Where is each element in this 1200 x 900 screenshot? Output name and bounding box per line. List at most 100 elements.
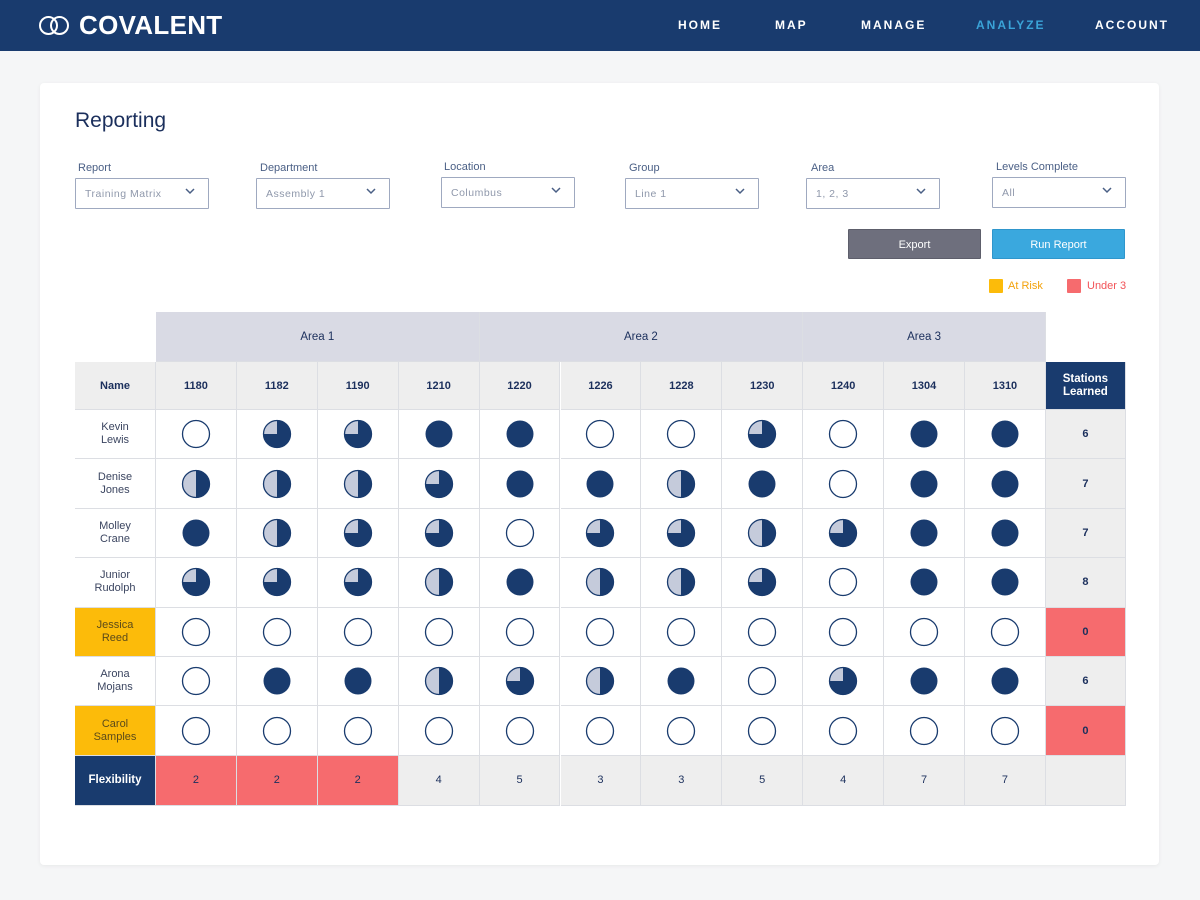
- matrix-cell[interactable]: [884, 558, 965, 608]
- matrix-cell[interactable]: [479, 459, 561, 509]
- report-select[interactable]: Training Matrix: [75, 178, 209, 209]
- employee-name[interactable]: Junior Rudolph: [75, 558, 156, 608]
- matrix-cell[interactable]: [398, 459, 480, 509]
- matrix-cell[interactable]: [156, 706, 237, 756]
- employee-name[interactable]: Molley Crane: [75, 508, 156, 559]
- area-select[interactable]: 1, 2, 3: [806, 178, 940, 209]
- group-select[interactable]: Line 1: [625, 178, 759, 209]
- levels-complete-select[interactable]: All: [992, 177, 1126, 208]
- matrix-cell[interactable]: [317, 657, 399, 707]
- matrix-cell[interactable]: [803, 607, 885, 657]
- station-column-header[interactable]: 1210: [398, 362, 480, 410]
- matrix-cell[interactable]: [317, 410, 399, 460]
- matrix-cell[interactable]: [317, 508, 399, 559]
- matrix-cell[interactable]: [803, 508, 885, 559]
- location-select[interactable]: Columbus: [441, 177, 575, 208]
- matrix-cell[interactable]: [156, 607, 237, 657]
- matrix-cell[interactable]: [156, 459, 237, 509]
- matrix-cell[interactable]: [965, 410, 1046, 460]
- matrix-cell[interactable]: [317, 706, 399, 756]
- matrix-cell[interactable]: [398, 607, 480, 657]
- matrix-cell[interactable]: [641, 459, 723, 509]
- matrix-cell[interactable]: [398, 410, 480, 460]
- matrix-cell[interactable]: [236, 558, 318, 608]
- matrix-cell[interactable]: [803, 706, 885, 756]
- matrix-cell[interactable]: [156, 558, 237, 608]
- matrix-cell[interactable]: [722, 459, 804, 509]
- matrix-cell[interactable]: [560, 558, 642, 608]
- nav-account[interactable]: ACCOUNT: [1095, 0, 1169, 51]
- logo[interactable]: COVALENT: [39, 9, 222, 41]
- matrix-cell[interactable]: [560, 607, 642, 657]
- matrix-cell[interactable]: [803, 657, 885, 707]
- matrix-cell[interactable]: [398, 558, 480, 608]
- matrix-cell[interactable]: [722, 706, 804, 756]
- matrix-cell[interactable]: [722, 657, 804, 707]
- nav-home[interactable]: HOME: [678, 0, 722, 51]
- matrix-cell[interactable]: [236, 607, 318, 657]
- matrix-cell[interactable]: [965, 657, 1046, 707]
- matrix-cell[interactable]: [479, 558, 561, 608]
- matrix-cell[interactable]: [641, 558, 723, 608]
- station-column-header[interactable]: 1180: [156, 362, 237, 410]
- nav-map[interactable]: MAP: [775, 0, 808, 51]
- employee-name[interactable]: Denise Jones: [75, 459, 156, 509]
- station-column-header[interactable]: 1228: [641, 362, 723, 410]
- matrix-cell[interactable]: [803, 459, 885, 509]
- matrix-cell[interactable]: [236, 459, 318, 509]
- matrix-cell[interactable]: [560, 410, 642, 460]
- matrix-cell[interactable]: [398, 706, 480, 756]
- nav-analyze[interactable]: ANALYZE: [976, 0, 1046, 51]
- department-select[interactable]: Assembly 1: [256, 178, 390, 209]
- employee-name[interactable]: Arona Mojans: [75, 657, 156, 707]
- matrix-cell[interactable]: [479, 508, 561, 559]
- matrix-cell[interactable]: [641, 657, 723, 707]
- matrix-cell[interactable]: [884, 657, 965, 707]
- matrix-cell[interactable]: [398, 508, 480, 559]
- matrix-cell[interactable]: [641, 706, 723, 756]
- matrix-cell[interactable]: [236, 657, 318, 707]
- matrix-cell[interactable]: [156, 410, 237, 460]
- matrix-cell[interactable]: [965, 508, 1046, 559]
- matrix-cell[interactable]: [236, 410, 318, 460]
- run-report-button[interactable]: Run Report: [992, 229, 1125, 259]
- matrix-cell[interactable]: [479, 410, 561, 460]
- nav-manage[interactable]: MANAGE: [861, 0, 926, 51]
- matrix-cell[interactable]: [884, 410, 965, 460]
- matrix-cell[interactable]: [560, 706, 642, 756]
- station-column-header[interactable]: 1240: [803, 362, 885, 410]
- station-column-header[interactable]: 1226: [560, 362, 642, 410]
- matrix-cell[interactable]: [398, 657, 480, 707]
- matrix-cell[interactable]: [641, 508, 723, 559]
- station-column-header[interactable]: 1220: [479, 362, 561, 410]
- matrix-cell[interactable]: [479, 607, 561, 657]
- matrix-cell[interactable]: [884, 459, 965, 509]
- matrix-cell[interactable]: [965, 706, 1046, 756]
- station-column-header[interactable]: 1304: [884, 362, 965, 410]
- matrix-cell[interactable]: [236, 508, 318, 559]
- station-column-header[interactable]: 1182: [236, 362, 318, 410]
- matrix-cell[interactable]: [965, 459, 1046, 509]
- matrix-cell[interactable]: [317, 459, 399, 509]
- employee-name[interactable]: Jessica Reed: [75, 607, 156, 657]
- matrix-cell[interactable]: [722, 607, 804, 657]
- matrix-cell[interactable]: [884, 607, 965, 657]
- employee-name[interactable]: Kevin Lewis: [75, 410, 156, 460]
- matrix-cell[interactable]: [722, 410, 804, 460]
- matrix-cell[interactable]: [560, 508, 642, 559]
- matrix-cell[interactable]: [884, 706, 965, 756]
- export-button[interactable]: Export: [848, 229, 981, 259]
- matrix-cell[interactable]: [722, 508, 804, 559]
- matrix-cell[interactable]: [560, 459, 642, 509]
- matrix-cell[interactable]: [641, 410, 723, 460]
- station-column-header[interactable]: 1190: [317, 362, 399, 410]
- matrix-cell[interactable]: [965, 607, 1046, 657]
- matrix-cell[interactable]: [156, 657, 237, 707]
- matrix-cell[interactable]: [236, 706, 318, 756]
- matrix-cell[interactable]: [803, 410, 885, 460]
- matrix-cell[interactable]: [560, 657, 642, 707]
- matrix-cell[interactable]: [317, 607, 399, 657]
- matrix-cell[interactable]: [479, 657, 561, 707]
- matrix-cell[interactable]: [317, 558, 399, 608]
- matrix-cell[interactable]: [479, 706, 561, 756]
